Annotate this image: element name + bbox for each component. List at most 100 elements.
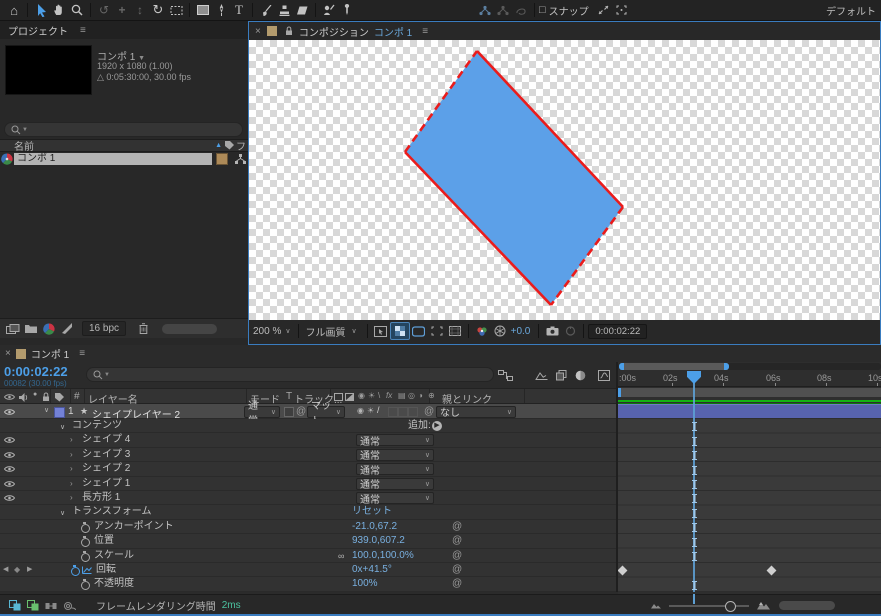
timeline-zoom-slider[interactable] bbox=[669, 605, 749, 607]
twirl-icon[interactable]: › bbox=[70, 492, 73, 504]
zoom-slider-knob[interactable] bbox=[725, 601, 736, 612]
current-time-display[interactable]: 0:00:02:22 bbox=[4, 364, 68, 379]
work-area-bar[interactable] bbox=[618, 388, 881, 397]
stopwatch-icon[interactable] bbox=[80, 522, 89, 532]
composition-viewport[interactable] bbox=[249, 40, 880, 320]
eye-icon[interactable] bbox=[4, 451, 15, 459]
label-color-chip[interactable] bbox=[216, 153, 228, 165]
adjustment-icon[interactable] bbox=[58, 321, 76, 337]
workspace-selector[interactable]: デフォルト bbox=[826, 3, 876, 18]
viewer-timecode[interactable]: 0:00:02:22 bbox=[588, 324, 647, 339]
project-item-name[interactable]: コンポ 1 bbox=[14, 153, 212, 165]
composition-tab-comp-name[interactable]: コンポ 1 bbox=[374, 24, 412, 39]
shape-blend-mode-dropdown[interactable]: 通常∨ bbox=[356, 478, 434, 490]
pickwhip-icon[interactable]: @ bbox=[452, 564, 462, 576]
navigator-end-handle[interactable] bbox=[724, 363, 729, 370]
lock-icon[interactable] bbox=[283, 23, 295, 39]
reset-link[interactable]: リセット bbox=[352, 506, 392, 518]
layer-duration-bar[interactable] bbox=[618, 404, 881, 418]
pickwhip-icon[interactable]: @ bbox=[452, 535, 462, 547]
new-composition-icon[interactable] bbox=[40, 321, 58, 337]
eye-icon[interactable] bbox=[4, 480, 15, 488]
switch-cell[interactable] bbox=[398, 407, 408, 417]
type-tool-icon[interactable]: T bbox=[230, 2, 248, 18]
channel-select-icon[interactable] bbox=[473, 323, 491, 339]
graph-include-icon[interactable] bbox=[82, 566, 92, 574]
trash-icon[interactable] bbox=[134, 321, 152, 337]
shape-blend-mode-dropdown[interactable]: 通常∨ bbox=[356, 492, 434, 504]
draft-3d-icon[interactable] bbox=[532, 367, 550, 383]
row-rectangle-1[interactable]: › 長方形 1 通常∨ bbox=[0, 491, 616, 505]
sort-ascending-icon[interactable]: ▲ bbox=[215, 142, 222, 149]
preserve-transparency-checkbox[interactable] bbox=[284, 407, 294, 417]
selection-tool-icon[interactable] bbox=[32, 2, 50, 18]
timeline-track-area[interactable]: :00s 02s 04s 06s 08s 10s bbox=[618, 362, 881, 594]
zoom-out-mountain-icon[interactable] bbox=[649, 598, 663, 614]
snap-arrows-icon[interactable] bbox=[595, 2, 613, 18]
bit-depth-button[interactable]: 16 bpc bbox=[82, 321, 126, 336]
resolution-dropdown[interactable]: フル画質 bbox=[305, 324, 345, 339]
switch-cell[interactable] bbox=[388, 407, 398, 417]
matte-pickwhip-icon[interactable]: @ bbox=[296, 406, 306, 417]
exposure-value[interactable]: +0.0 bbox=[511, 326, 531, 337]
magnification-dropdown[interactable]: 200 % bbox=[253, 326, 281, 337]
property-label[interactable]: 位置 bbox=[94, 535, 114, 547]
switch-cell[interactable] bbox=[408, 407, 418, 417]
transparency-grid-icon[interactable] bbox=[390, 322, 410, 340]
layer-row-shape-layer-2[interactable]: ∨ 1 ★ シェイプレイヤー 2 通常∨ @ マット∨ ◉ ☀ / @ なし∨ bbox=[0, 404, 616, 419]
pickwhip-icon[interactable]: @ bbox=[452, 578, 462, 590]
twirl-icon[interactable]: ∨ bbox=[60, 422, 65, 434]
add-label[interactable]: 追加: bbox=[408, 420, 431, 432]
shape-blend-mode-dropdown[interactable]: 通常∨ bbox=[356, 449, 434, 461]
time-navigator-bar[interactable] bbox=[619, 363, 729, 370]
twirl-icon[interactable]: ∨ bbox=[60, 508, 65, 520]
twirl-icon[interactable]: › bbox=[70, 449, 73, 461]
eraser-tool-icon[interactable] bbox=[293, 2, 311, 18]
shape-label[interactable]: 長方形 1 bbox=[82, 492, 120, 504]
zoom-in-mountain-icon[interactable] bbox=[755, 598, 771, 614]
shape-blend-mode-dropdown[interactable]: 通常∨ bbox=[356, 463, 434, 475]
collapse-switch-icon[interactable]: ☀ bbox=[367, 406, 374, 415]
shape-label[interactable]: シェイプ 2 bbox=[82, 463, 130, 475]
snap-label[interactable]: スナップ bbox=[549, 3, 589, 18]
layer-visibility-eye-icon[interactable] bbox=[4, 408, 15, 416]
property-value[interactable]: 100% bbox=[352, 578, 378, 590]
row-shape-2[interactable]: › シェイプ 2 通常∨ bbox=[0, 462, 616, 476]
region-of-interest-icon[interactable] bbox=[428, 323, 446, 339]
pen-tool-icon[interactable] bbox=[212, 2, 230, 18]
mini-flowchart-icon[interactable] bbox=[496, 367, 514, 383]
time-ruler[interactable]: :00s 02s 04s 06s 08s 10s bbox=[618, 371, 881, 387]
link-dimensions-icon[interactable]: ∞ bbox=[338, 550, 344, 562]
group-label[interactable]: コンテンツ bbox=[72, 420, 122, 432]
frame-blending-icon[interactable] bbox=[552, 367, 570, 383]
toggle-inout-pane-icon[interactable] bbox=[42, 598, 60, 614]
timeline-search-input[interactable]: ▼ bbox=[86, 367, 494, 382]
motion-blur-icon[interactable] bbox=[571, 367, 589, 383]
layer-expander-icon[interactable]: ∨ bbox=[44, 406, 49, 414]
stopwatch-icon[interactable] bbox=[80, 536, 89, 546]
row-scale[interactable]: スケール ∞ 100.0,100.0% @ bbox=[0, 549, 616, 563]
row-opacity[interactable]: 不透明度 100% @ bbox=[0, 577, 616, 591]
timeline-tab-label[interactable]: コンポ 1 bbox=[31, 346, 69, 361]
exposure-icon[interactable] bbox=[491, 323, 509, 339]
close-tab-icon[interactable]: × bbox=[255, 26, 261, 37]
camera-tool-icon[interactable] bbox=[167, 2, 185, 18]
next-keyframe-icon[interactable]: ▶ bbox=[27, 564, 32, 576]
panel-menu-icon[interactable]: ≡ bbox=[80, 25, 86, 36]
keyframe-toggle-icon[interactable]: ◆ bbox=[14, 564, 20, 576]
snap-bounds-icon[interactable] bbox=[613, 2, 631, 18]
horizontal-scrollbar[interactable] bbox=[779, 601, 835, 610]
parent-pickwhip-icon[interactable]: @ bbox=[424, 406, 434, 417]
twirl-icon[interactable]: › bbox=[70, 463, 73, 475]
project-tab-label[interactable]: プロジェクト bbox=[8, 23, 68, 38]
toggle-switches-pane-icon[interactable] bbox=[6, 598, 24, 614]
shape-label[interactable]: シェイプ 4 bbox=[82, 434, 130, 446]
property-value[interactable]: 100.0,100.0% bbox=[352, 550, 414, 562]
twirl-icon[interactable]: › bbox=[70, 434, 73, 446]
close-tab-icon[interactable]: × bbox=[5, 348, 11, 359]
new-folder-icon[interactable] bbox=[22, 321, 40, 337]
parent-dropdown[interactable]: なし∨ bbox=[436, 406, 516, 418]
interpret-footage-icon[interactable] bbox=[4, 321, 22, 337]
row-contents-group[interactable]: ∨ コンテンツ 追加: ▶ bbox=[0, 419, 616, 433]
mask-visibility-icon[interactable] bbox=[410, 323, 428, 339]
